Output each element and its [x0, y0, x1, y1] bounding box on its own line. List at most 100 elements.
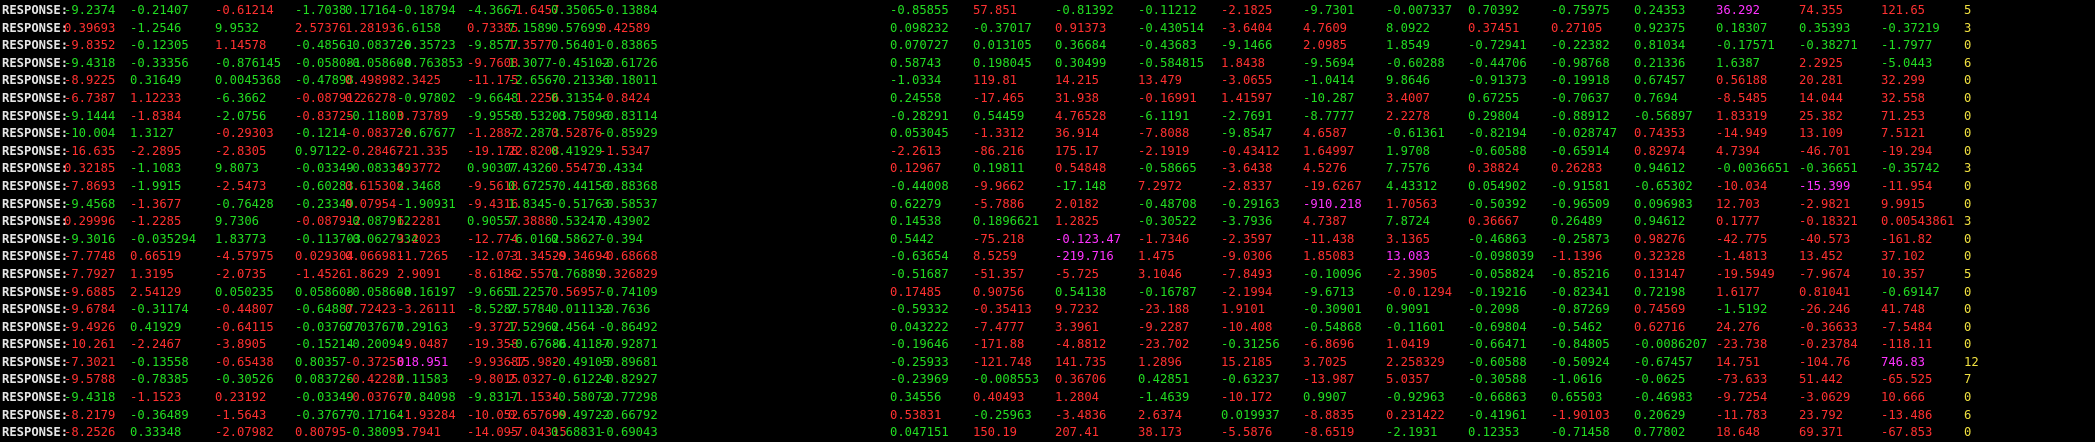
response-value: -7.5484: [1881, 319, 1933, 334]
response-value: 0.90756: [973, 284, 1025, 299]
response-value: 0.58743: [890, 55, 942, 70]
response-label: RESPONSE:: [2, 214, 69, 229]
response-value: 0: [1964, 319, 1972, 334]
response-value: 0.35393: [1799, 20, 1851, 35]
response-value: -1.5192: [1716, 302, 1768, 317]
response-label: RESPONSE:: [2, 249, 69, 264]
response-value: 0.38824: [1468, 161, 1520, 176]
response-value: -1.3677: [130, 196, 182, 211]
response-value: 1.8549: [1386, 38, 1431, 53]
response-value: -0.69804: [1468, 319, 1527, 334]
response-value: 0.9907: [1303, 390, 1348, 405]
response-value: 0.36684: [1055, 38, 1107, 53]
response-value: 0.80795: [295, 425, 347, 440]
response-value: 0: [1964, 196, 1972, 211]
response-line: RESPONSE: -9.4318 -0.33356 -0.876145 -0.0580…: [2, 55, 2095, 73]
response-value: 1.2257: [508, 284, 553, 299]
response-value: -2.07982: [215, 425, 274, 440]
response-value: 38.173: [1138, 425, 1183, 440]
response-value: 24.276: [1716, 319, 1761, 334]
response-value: 9.7232: [1055, 302, 1100, 317]
response-value: -0.30526: [215, 372, 274, 387]
response-value: 5: [1964, 3, 1972, 17]
response-value: -0.78385: [130, 372, 189, 387]
response-label: RESPONSE:: [2, 20, 69, 35]
response-value: 0.00543861: [1881, 214, 1955, 229]
response-value: 0.19811: [973, 161, 1025, 176]
response-value: -0.51687: [890, 266, 949, 281]
response-value: 0.12967: [890, 161, 942, 176]
response-value: -121.748: [973, 354, 1032, 369]
response-value: 0.92375: [1634, 20, 1686, 35]
response-value: 1.9101: [1221, 302, 1266, 317]
response-value: 3: [1964, 214, 1972, 229]
response-value: -0.23969: [890, 372, 949, 387]
response-value: 150.19: [973, 425, 1018, 440]
response-value: -0.36651: [1799, 161, 1858, 176]
response-value: 10.666: [1881, 390, 1926, 405]
response-value: 7.3888: [508, 214, 553, 229]
response-value: 0.72423: [345, 302, 397, 317]
response-value: 0.07954: [345, 196, 397, 211]
response-value: -9.8352: [64, 38, 116, 53]
response-value: -0.98768: [1551, 55, 1610, 70]
response-label: RESPONSE:: [2, 126, 69, 141]
response-value: -0.008553: [973, 372, 1040, 387]
response-value: 2.2925: [1799, 55, 1844, 70]
response-value: 13.479: [1138, 73, 1183, 88]
response-value: -0.56897: [1634, 108, 1693, 123]
response-value: 0.77802: [1634, 425, 1686, 440]
response-value: -0.37017: [973, 20, 1032, 35]
response-value: 0.26278: [345, 90, 397, 105]
response-label: RESPONSE:: [2, 108, 69, 123]
response-value: 0: [1964, 73, 1972, 88]
response-value: -0.8424: [599, 90, 651, 105]
response-value: -7.7748: [64, 249, 116, 264]
response-value: -26.246: [1799, 302, 1851, 317]
response-value: -14.949: [1716, 126, 1768, 141]
response-value: -0.88912: [1551, 108, 1610, 123]
response-value: 0.29996: [64, 214, 116, 229]
response-value: 1.70563: [1386, 196, 1438, 211]
response-value: -0.67457: [1634, 354, 1693, 369]
response-value: 018.951: [397, 354, 449, 369]
response-value: -1.4526: [295, 266, 347, 281]
response-value: 32.558: [1881, 90, 1926, 105]
response-value: 0.053045: [890, 126, 949, 141]
response-value: -0.007337: [1386, 3, 1453, 17]
response-value: -0.74109: [599, 284, 658, 299]
response-value: 0.17485: [890, 284, 942, 299]
response-value: 0: [1964, 108, 1972, 123]
response-value: 1.3195: [130, 266, 175, 281]
response-value: -1.5347: [599, 143, 651, 158]
response-value: -0.10096: [1303, 266, 1362, 281]
response-value: -2.2895: [130, 143, 182, 158]
response-value: 2.3425: [397, 73, 442, 88]
response-value: -0.43683: [1138, 38, 1197, 53]
response-value: -23.702: [1138, 337, 1190, 352]
response-value: -2.8305: [215, 143, 267, 158]
response-value: -0.85216: [1551, 266, 1610, 281]
response-line: RESPONSE: -9.1444 -1.8384 -2.0756 -0.83725 -0…: [2, 108, 2095, 126]
response-value: -1.0334: [890, 73, 942, 88]
response-value: -0.46983: [1634, 390, 1693, 405]
response-value: 0.27105: [1551, 20, 1603, 35]
response-value: -1.1396: [1551, 249, 1603, 264]
response-value: -0.69043: [599, 425, 658, 440]
response-value: 4.7394: [1716, 143, 1761, 158]
response-value: -7.7927: [64, 266, 116, 281]
response-value: -7.3021: [64, 354, 116, 369]
response-value: 1.3127: [130, 126, 175, 141]
response-value: -7.4777: [973, 319, 1025, 334]
response-value: -9.0306: [1221, 249, 1273, 264]
response-value: 0.94612: [1634, 214, 1686, 229]
response-value: 2.6374: [1138, 407, 1183, 422]
response-value: 0.42589: [599, 20, 651, 35]
response-value: -1.1083: [130, 161, 182, 176]
response-value: 9.8646: [1386, 73, 1431, 88]
response-label: RESPONSE:: [2, 38, 69, 53]
response-value: -0.7636: [599, 302, 651, 317]
response-value: 5.0357: [1386, 372, 1431, 387]
response-value: -46.701: [1799, 143, 1851, 158]
response-value: -8.2179: [64, 407, 116, 422]
